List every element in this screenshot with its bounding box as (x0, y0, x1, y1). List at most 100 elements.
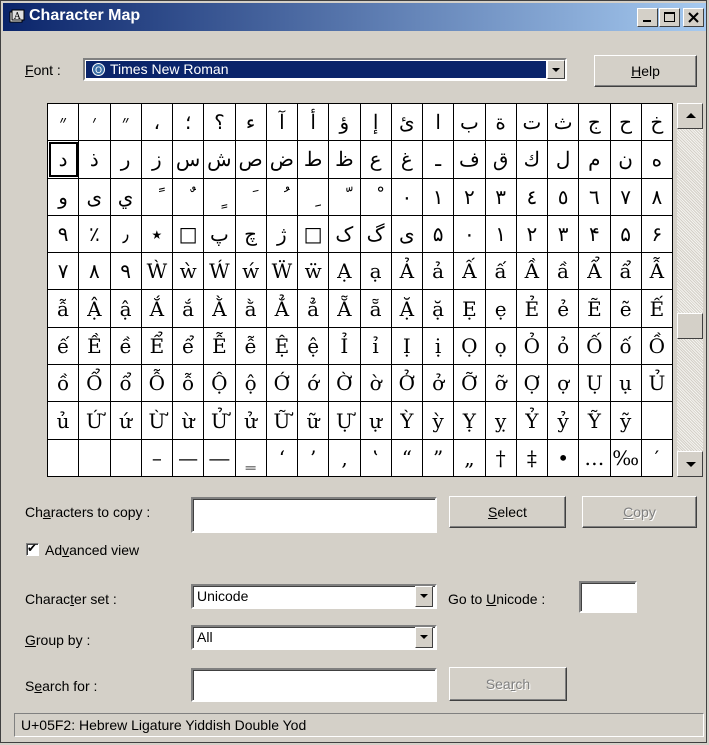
character-cell[interactable]: ‘ (265, 438, 299, 478)
character-cell[interactable]: ụ (609, 364, 642, 403)
character-cell[interactable]: Ẹ (453, 289, 486, 328)
search-button[interactable]: Sea r ch (449, 667, 567, 701)
character-cell[interactable]: ẁ (171, 252, 205, 291)
character-cell[interactable]: ’ (296, 438, 330, 478)
character-cell[interactable]: ۰ (453, 214, 486, 254)
character-cell[interactable]: ‰ (609, 438, 642, 478)
character-cell[interactable]: ự (359, 401, 392, 440)
character-cell[interactable]: ợ (546, 364, 580, 403)
character-cell[interactable]: Ẅ (265, 252, 299, 291)
character-cell[interactable]: ố (609, 326, 642, 366)
character-cell[interactable]: ٠ (390, 177, 424, 216)
character-cell[interactable]: Ị (390, 326, 424, 366)
character-cell[interactable]: ف (453, 140, 486, 179)
character-cell[interactable]: ủ (46, 401, 80, 440)
character-cell[interactable]: ، (140, 102, 174, 142)
character-cell[interactable]: ổ (109, 364, 142, 403)
character-cell[interactable]: ặ (421, 289, 455, 328)
character-cell[interactable]: Ặ (390, 289, 424, 328)
character-cell[interactable]: ẫ (46, 289, 80, 328)
character-cell[interactable]: Ễ (203, 326, 236, 366)
advanced-view-label[interactable]: Advanced view (45, 542, 139, 558)
select-button[interactable]: Select (449, 496, 566, 528)
character-cell[interactable]: Ố (578, 326, 611, 366)
character-cell[interactable]: ớ (296, 364, 330, 403)
character-cell[interactable]: Ẃ (203, 252, 236, 291)
character-cell[interactable]: ộ (234, 364, 267, 403)
character-cell[interactable]: ۶ (640, 214, 674, 254)
character-cell[interactable] (109, 438, 142, 478)
character-cell[interactable]: ễ (234, 326, 267, 366)
character-cell[interactable]: ׳ (78, 102, 111, 142)
character-cell[interactable]: ẽ (609, 289, 642, 328)
character-cell[interactable]: چ (234, 214, 267, 254)
character-cell[interactable]: ” (421, 438, 455, 478)
character-cell[interactable]: Ậ (78, 289, 111, 328)
character-cell[interactable]: „ (453, 438, 486, 478)
character-cell[interactable]: أ (296, 102, 330, 142)
character-cell[interactable]: ح (609, 102, 642, 142)
character-cell[interactable]: ر (109, 140, 142, 179)
character-cell[interactable]: ا (421, 102, 455, 142)
character-cell[interactable]: ‗ (234, 438, 267, 478)
character-cell[interactable]: ỗ (171, 364, 205, 403)
character-cell[interactable]: ۳ (546, 214, 580, 254)
character-cell[interactable]: ی (390, 214, 424, 254)
character-cell[interactable]: ء (234, 102, 267, 142)
character-cell[interactable]: Ử (203, 401, 236, 440)
character-cell[interactable]: ồ (46, 364, 80, 403)
character-cell[interactable]: ở (421, 364, 455, 403)
character-cell[interactable]: ọ (484, 326, 517, 366)
character-cell[interactable]: ấ (484, 252, 517, 291)
character-cell[interactable]: Ả (390, 252, 424, 291)
character-cell[interactable]: Ạ (328, 252, 361, 291)
character-cell[interactable]: † (484, 438, 517, 478)
character-cell[interactable]: ‛ (359, 438, 392, 478)
character-cell[interactable]: ằ (234, 289, 267, 328)
character-cell[interactable]: ٨ (640, 177, 674, 216)
character-cell[interactable]: ق (484, 140, 517, 179)
close-button[interactable] (683, 8, 704, 27)
character-cell[interactable]: ْ (359, 177, 392, 216)
character-cell[interactable]: ؟ (203, 102, 236, 142)
maximize-button[interactable] (659, 8, 680, 27)
character-cell[interactable]: Ờ (328, 364, 361, 403)
character-cell[interactable]: ع (359, 140, 392, 179)
character-cell[interactable]: ۷ (46, 252, 80, 291)
character-cell[interactable]: Ẳ (265, 289, 299, 328)
character-cell[interactable]: Ủ (640, 364, 674, 403)
character-cell[interactable]: ẵ (359, 289, 392, 328)
character-cell[interactable]: Ớ (265, 364, 299, 403)
character-cell[interactable]: ث (546, 102, 580, 142)
character-cell[interactable]: ỳ (421, 401, 455, 440)
character-cell[interactable]: ứ (109, 401, 142, 440)
character-cell[interactable]: • (546, 438, 580, 478)
character-cell[interactable]: ز (140, 140, 174, 179)
character-cell[interactable]: Ỵ (453, 401, 486, 440)
character-cell[interactable]: ض (265, 140, 299, 179)
character-cell[interactable]: ـ (421, 140, 455, 179)
character-cell[interactable]: ữ (296, 401, 330, 440)
character-cell[interactable]: ص (234, 140, 267, 179)
character-cell[interactable]: ُ (265, 177, 299, 216)
character-cell[interactable]: گ (359, 214, 392, 254)
character-cell[interactable]: ״ (46, 102, 80, 142)
character-cell[interactable]: Ừ (140, 401, 174, 440)
character-cell[interactable]: Ỏ (515, 326, 549, 366)
character-cell[interactable]: Ẩ (578, 252, 611, 291)
characters-to-copy-input[interactable] (191, 497, 437, 533)
minimize-button[interactable] (637, 8, 658, 27)
character-cell[interactable]: □ (171, 214, 205, 254)
character-cell[interactable]: ٢ (453, 177, 486, 216)
character-cell[interactable]: ỷ (546, 401, 580, 440)
character-cell[interactable]: ề (109, 326, 142, 366)
character-cell[interactable]: ờ (359, 364, 392, 403)
character-cell[interactable]: ۸ (78, 252, 111, 291)
search-input[interactable] (191, 668, 437, 702)
character-cell[interactable]: Ẽ (578, 289, 611, 328)
character-cell[interactable]: ẅ (296, 252, 330, 291)
character-cell[interactable]: م (578, 140, 611, 179)
help-button[interactable]: Help (594, 55, 697, 87)
character-cell[interactable]: Ứ (78, 401, 111, 440)
character-cell[interactable]: ẃ (234, 252, 267, 291)
